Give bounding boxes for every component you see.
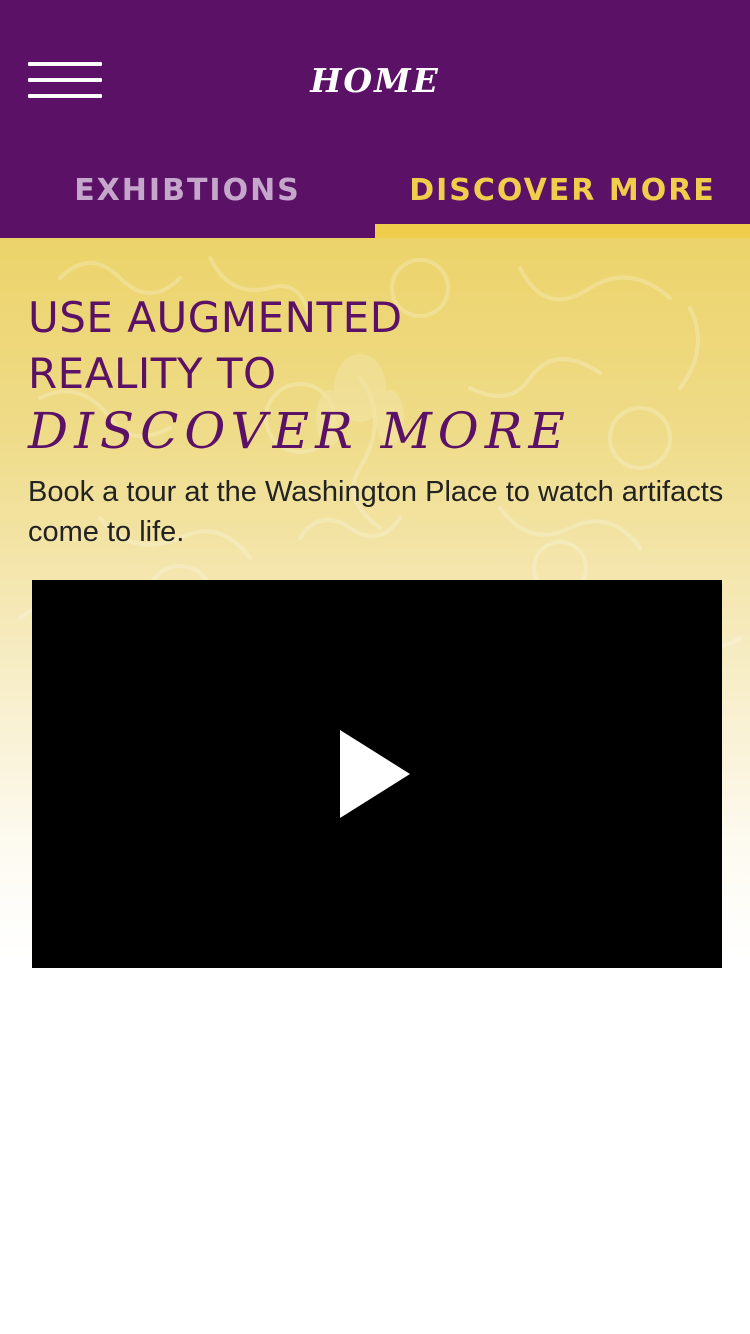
hero-description: Book a tour at the Washington Place to w… [28, 476, 724, 548]
tab-exhibitions[interactable]: EXHIBTIONS [0, 150, 375, 238]
headline-line-3: DISCOVER MORE [28, 402, 571, 460]
headline-line-1: USE AUGMENTED [28, 293, 403, 342]
play-icon[interactable] [340, 730, 410, 818]
app-screen: HOME EXHIBTIONS DISCOVER MORE USE AUGMEN… [0, 0, 750, 1334]
hero-headline: USE AUGMENTED REALITY TO DISCOVER MORE [28, 290, 728, 460]
page-title: HOME [310, 61, 440, 100]
video-player[interactable] [32, 580, 722, 968]
active-tab-indicator [375, 224, 750, 238]
headline-line-2: REALITY TO [28, 349, 277, 398]
top-app-bar: HOME EXHIBTIONS DISCOVER MORE [0, 0, 750, 238]
tab-bar: EXHIBTIONS DISCOVER MORE [0, 150, 750, 238]
